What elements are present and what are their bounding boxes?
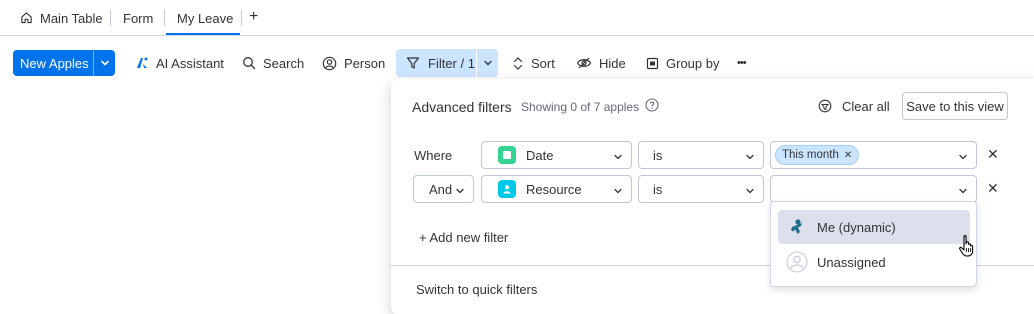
switch-to-quick-filters-link[interactable]: Switch to quick filters (416, 282, 537, 297)
conjunction-select[interactable]: And (413, 175, 474, 203)
date-column-icon (498, 146, 516, 164)
clear-all-label: Clear all (842, 98, 890, 114)
sort-label: Sort (531, 55, 555, 71)
hide-label: Hide (599, 55, 626, 71)
help-icon[interactable] (645, 98, 659, 115)
conjunction-label: And (429, 181, 453, 197)
tab-my-leave[interactable]: My Leave (177, 10, 233, 26)
hand-cursor-icon (958, 234, 976, 261)
chevron-down-icon (613, 150, 623, 165)
ai-assistant-label: AI Assistant (156, 55, 224, 71)
operator-label: is (653, 181, 663, 197)
chevron-down-icon (958, 150, 968, 165)
sort-button[interactable]: Sort (512, 54, 555, 72)
people-column-icon (498, 180, 516, 198)
tab-label: Form (123, 10, 154, 26)
tab-label: My Leave (177, 10, 234, 26)
column-select-resource[interactable]: Resource (481, 175, 632, 203)
chevron-down-icon (455, 184, 465, 199)
hide-button[interactable]: Hide (576, 54, 626, 72)
ai-sparkle-icon (137, 57, 148, 68)
save-to-view-button[interactable]: Save to this view (902, 92, 1008, 120)
clear-all-button[interactable]: Clear all (818, 96, 890, 116)
column-select-date[interactable]: Date (481, 141, 632, 169)
group-by-label: Group by (666, 55, 720, 71)
unassigned-avatar-icon (786, 251, 808, 273)
tab-form[interactable]: Form (123, 10, 153, 26)
value-chip-label: This month (782, 149, 839, 161)
option-me-dynamic[interactable]: Me (dynamic) (778, 210, 970, 244)
new-item-label: New Apples (20, 55, 89, 71)
tab-divider (110, 10, 111, 26)
option-label: Me (dynamic) (817, 219, 896, 235)
person-label: Person (344, 55, 386, 71)
chevron-down-icon (745, 150, 755, 165)
chip-remove-icon[interactable]: ✕ (844, 150, 852, 161)
column-label: Date (526, 147, 554, 163)
home-icon (20, 11, 34, 25)
operator-select[interactable]: is (638, 141, 764, 169)
remove-filter-icon[interactable]: ✕ (987, 180, 999, 197)
value-select-open[interactable] (770, 175, 977, 203)
option-unassigned[interactable]: Unassigned (778, 245, 970, 279)
option-label: Unassigned (817, 254, 886, 270)
group-by-button[interactable]: Group by (646, 54, 719, 72)
operator-select[interactable]: is (638, 175, 764, 203)
chevron-down-icon[interactable] (94, 58, 115, 68)
more-dots-icon: ••• (737, 57, 747, 69)
sort-arrows-icon (513, 56, 523, 70)
search-label: Search (263, 55, 305, 71)
tab-main-table[interactable]: Main Table (20, 10, 103, 26)
person-circle-icon (322, 56, 337, 70)
filter-label: Filter / 1 (428, 55, 475, 71)
view-tabs: Main Table Form My Leave + (0, 0, 1034, 36)
search-button[interactable]: Search (242, 54, 304, 72)
remove-filter-icon[interactable]: ✕ (987, 146, 999, 163)
filter-funnel-icon (406, 57, 420, 69)
ai-assistant-button[interactable]: AI Assistant (135, 54, 224, 72)
person-dynamic-icon (786, 216, 808, 238)
column-label: Resource (526, 181, 582, 197)
person-filter-button[interactable]: Person (322, 54, 385, 72)
people-options-dropdown: Me (dynamic) Unassigned (770, 201, 977, 287)
add-new-filter-button[interactable]: + Add new filter (419, 230, 508, 245)
search-icon (243, 57, 256, 70)
active-tab-indicator (166, 33, 240, 35)
where-label: Where (414, 148, 453, 163)
tab-label: Main Table (40, 10, 103, 26)
clear-filter-icon (818, 99, 832, 113)
panel-title: Advanced filters (412, 99, 512, 115)
value-select[interactable]: This month ✕ (770, 141, 977, 169)
new-item-button[interactable]: New Apples (13, 50, 115, 76)
filter-button[interactable]: Filter / 1 (396, 49, 498, 77)
tab-divider (241, 10, 242, 26)
operator-label: is (653, 147, 663, 163)
chevron-down-icon (613, 184, 623, 199)
more-options-button[interactable]: ••• (737, 54, 747, 72)
group-by-icon (646, 57, 659, 69)
add-view-button[interactable]: + (249, 8, 258, 26)
eye-hidden-icon (576, 57, 592, 69)
filter-main[interactable]: Filter / 1 (396, 56, 476, 71)
tab-divider (164, 10, 165, 26)
chevron-down-icon (745, 184, 755, 199)
chevron-down-icon (958, 184, 968, 199)
results-count: Showing 0 of 7 apples (521, 100, 640, 114)
value-chip: This month ✕ (775, 145, 860, 165)
chevron-down-icon[interactable] (477, 58, 498, 68)
